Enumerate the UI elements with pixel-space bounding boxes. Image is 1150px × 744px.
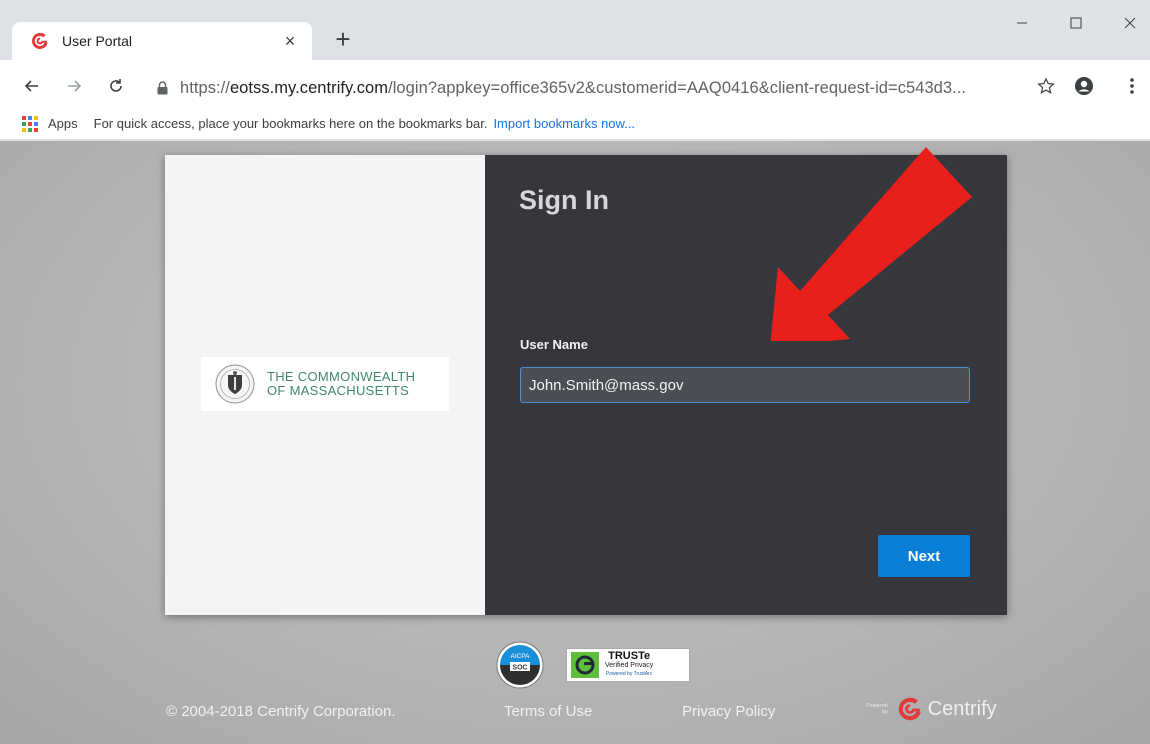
truste-logo-icon: [571, 652, 599, 678]
tab-strip: User Portal × +: [0, 0, 1150, 60]
org-logo-line1: THE COMMONWEALTH: [267, 369, 416, 384]
new-tab-plus-icon[interactable]: +: [328, 24, 358, 55]
apps-shortcut[interactable]: Apps: [22, 115, 78, 132]
truste-title: TRUSTe: [608, 649, 651, 662]
reload-icon[interactable]: [100, 70, 132, 102]
truste-badge: TRUSTe Verified Privacy Powered by Trust…: [566, 648, 690, 682]
copyright-text: © 2004-2018 Centrify Corporation.: [166, 703, 396, 720]
seal-icon: [215, 364, 255, 404]
bookmarks-hint: For quick access, place your bookmarks h…: [93, 116, 488, 131]
powered-by-text: Powered by: [866, 703, 888, 715]
tab-close-icon[interactable]: ×: [278, 31, 302, 52]
star-icon[interactable]: [1030, 70, 1062, 102]
username-input[interactable]: [520, 367, 970, 403]
forward-arrow-icon[interactable]: [58, 70, 90, 102]
signin-panel: Sign In User Name Next: [485, 155, 1007, 615]
username-label: User Name: [520, 337, 588, 352]
org-logo-text: THE COMMONWEALTH OF MASSACHUSETTS: [267, 370, 415, 398]
centrify-brand-name: Centrify: [927, 697, 997, 720]
branding-panel: THE COMMONWEALTH OF MASSACHUSETTS: [165, 155, 485, 615]
truste-text: TRUSTe Verified Privacy Powered by Trust…: [605, 649, 654, 679]
minimize-icon[interactable]: [1002, 8, 1042, 38]
url-text: https://eotss.my.centrify.com/login?appk…: [180, 78, 967, 97]
browser-toolbar: https://eotss.my.centrify.com/login?appk…: [0, 60, 1150, 114]
apps-grid-icon: [22, 115, 38, 132]
centrify-logo-icon: [898, 697, 921, 721]
centrify-footer-logo: Powered by Centrify: [866, 695, 997, 723]
window-close-icon[interactable]: [1110, 8, 1150, 38]
page-content: THE COMMONWEALTH OF MASSACHUSETTS Sign I…: [0, 141, 1150, 744]
profile-icon[interactable]: [1068, 70, 1100, 102]
svg-text:SOC: SOC: [512, 665, 527, 672]
apps-label: Apps: [48, 116, 78, 131]
centrify-favicon-icon: [30, 31, 50, 51]
next-button[interactable]: Next: [878, 535, 970, 577]
trust-badges: AICPA SOC TRUSTe Verified Privacy Powere…: [496, 641, 690, 689]
bookmarks-bar: Apps For quick access, place your bookma…: [0, 108, 1150, 140]
truste-subtitle: Verified Privacy: [605, 661, 654, 669]
aicpa-soc-badge: AICPA SOC: [496, 641, 544, 689]
org-logo-line2: OF MASSACHUSETTS: [267, 383, 410, 398]
truste-powered: Powered by TrustArc: [605, 670, 653, 677]
import-bookmarks-link[interactable]: Import bookmarks now...: [493, 116, 635, 131]
back-arrow-icon[interactable]: [16, 70, 48, 102]
maximize-icon[interactable]: [1056, 8, 1096, 38]
signin-title: Sign In: [519, 185, 609, 215]
browser-tab[interactable]: User Portal ×: [12, 22, 312, 60]
privacy-policy-link[interactable]: Privacy Policy: [682, 703, 775, 720]
lock-icon: [150, 81, 174, 95]
login-card: THE COMMONWEALTH OF MASSACHUSETTS Sign I…: [165, 155, 1007, 615]
org-logo: THE COMMONWEALTH OF MASSACHUSETTS: [201, 357, 449, 411]
address-bar[interactable]: https://eotss.my.centrify.com/login?appk…: [140, 72, 1076, 104]
terms-of-use-link[interactable]: Terms of Use: [504, 703, 592, 720]
menu-dots-icon[interactable]: [1116, 70, 1148, 102]
svg-text:AICPA: AICPA: [510, 653, 530, 660]
tab-title: User Portal: [62, 33, 133, 49]
